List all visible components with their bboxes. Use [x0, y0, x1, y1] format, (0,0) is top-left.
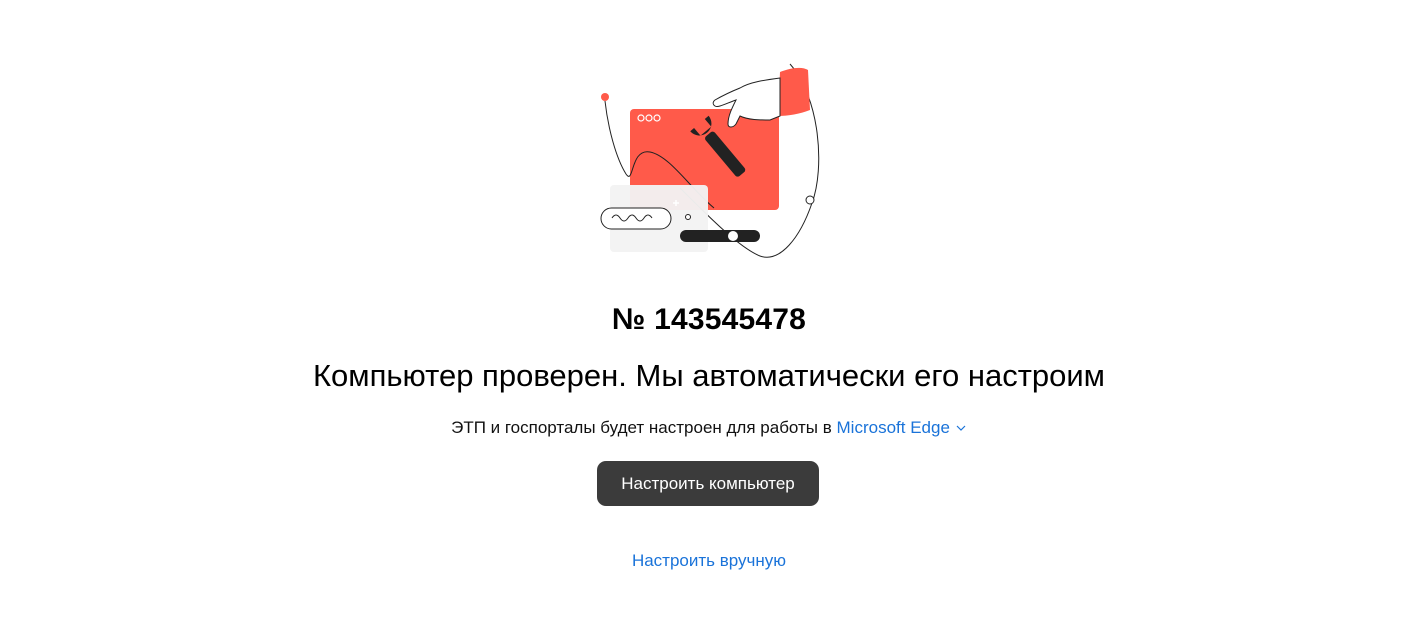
setup-computer-button[interactable]: Настроить компьютер — [597, 461, 819, 506]
manual-setup-link-wrapper: Настроить вручную — [0, 551, 1418, 571]
computer-repair-illustration — [590, 58, 830, 268]
browser-dropdown-label[interactable]: Microsoft Edge — [837, 418, 950, 438]
browser-dropdown[interactable]: Microsoft Edge — [837, 418, 967, 438]
setup-info-text: ЭТП и госпорталы будет настроен для рабо… — [451, 418, 832, 437]
manual-setup-link[interactable]: Настроить вручную — [632, 551, 786, 570]
ticket-number: № 143545478 — [611, 303, 807, 336]
setup-info: ЭТП и госпорталы будет настроен для рабо… — [0, 418, 1418, 438]
page-title: Компьютер проверен. Мы автоматически его… — [312, 358, 1105, 393]
chevron-down-icon[interactable] — [955, 422, 967, 434]
